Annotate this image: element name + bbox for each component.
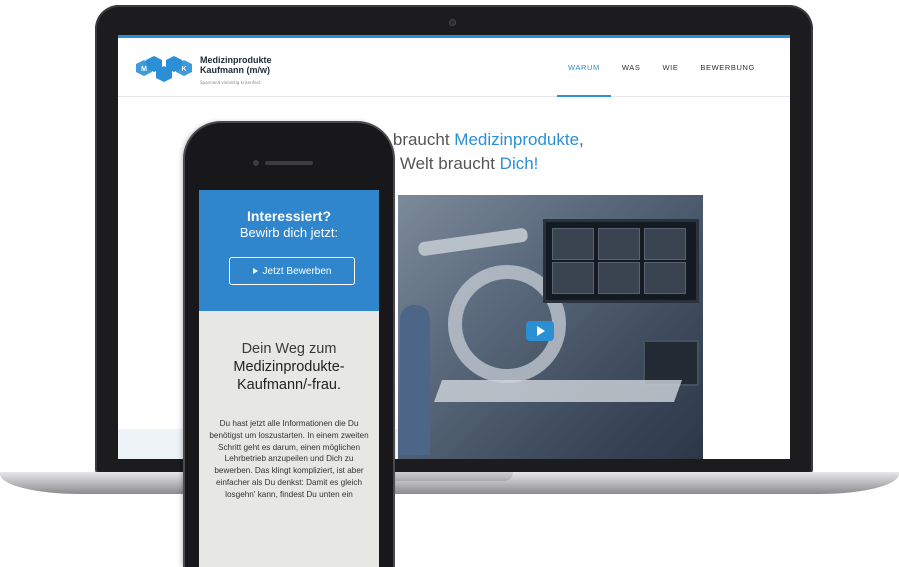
hexagon-logo-icon[interactable]: M P K: [136, 50, 192, 86]
apply-now-button[interactable]: Jetzt Bewerben: [229, 257, 355, 285]
play-icon[interactable]: [526, 321, 554, 341]
nav-item-warum[interactable]: WARUM: [556, 38, 611, 97]
logo-letter-p: P: [162, 58, 167, 65]
brand-line2: Kaufmann (m/w): [200, 65, 271, 75]
phone-frame: Interessiert? Bewirb dich jetzt: Jetzt B…: [185, 123, 393, 567]
hero-video[interactable]: [398, 195, 703, 459]
phone-screen: Interessiert? Bewirb dich jetzt: Jetzt B…: [199, 190, 379, 567]
video-table-shape: [433, 380, 683, 402]
monitor-cell: [552, 262, 594, 294]
monitor-cell: [644, 262, 686, 294]
cta-title: Interessiert?: [246, 208, 332, 224]
nav-item-wie[interactable]: WIE: [651, 38, 689, 96]
brand-tagline: Spannend vielseitig krisenfest: [200, 80, 261, 85]
nav-item-was[interactable]: WAS: [611, 38, 652, 96]
monitor-cell: [598, 262, 640, 294]
brand-name[interactable]: Medizinprodukte Kaufmann (m/w): [200, 55, 272, 75]
headline-highlight2: Dich!: [499, 154, 539, 173]
video-monitor-shape: [543, 219, 699, 303]
phone-front-camera: [253, 160, 259, 166]
monitor-cell: [644, 228, 686, 260]
career-path-heading: Dein Weg zum Medizinprodukte- Kaufmann/-…: [199, 340, 379, 394]
career-heading-line3: Kaufmann/-frau.: [237, 377, 341, 393]
monitor-cell: [598, 228, 640, 260]
monitor-cell: [552, 228, 594, 260]
phone-speaker: [265, 161, 313, 165]
site-header: M P K Medizinprodukte Kaufmann (m/w) Spa…: [118, 38, 790, 97]
laptop-camera: [449, 19, 456, 26]
triangle-right-icon: [252, 268, 258, 274]
brand-line1: Medizinprodukte: [200, 55, 272, 65]
cta-subtitle: Bewirb dich jetzt:: [239, 225, 339, 240]
career-heading-line1: Dein Weg zum: [241, 341, 337, 357]
headline-highlight1: Medizinprodukte: [454, 130, 580, 149]
apply-now-label: Jetzt Bewerben: [262, 265, 332, 277]
nav-item-bewerbung[interactable]: BEWERBUNG: [689, 38, 766, 96]
main-nav: WARUM WAS WIE BEWERBUNG: [556, 38, 766, 97]
career-heading-line2: Medizinprodukte-: [233, 359, 345, 375]
video-person-shape: [400, 305, 430, 455]
logo-letter-m: M: [141, 66, 147, 73]
logo-letter-k: K: [181, 66, 186, 73]
apply-cta-section: Interessiert? Bewirb dich jetzt: Jetzt B…: [199, 190, 379, 311]
headline-post1: ,: [579, 130, 584, 149]
video-arm-shape: [417, 227, 529, 257]
laptop-notch: [383, 472, 513, 481]
career-body-text: Du hast jetzt alle Informationen die Du …: [209, 419, 369, 499]
